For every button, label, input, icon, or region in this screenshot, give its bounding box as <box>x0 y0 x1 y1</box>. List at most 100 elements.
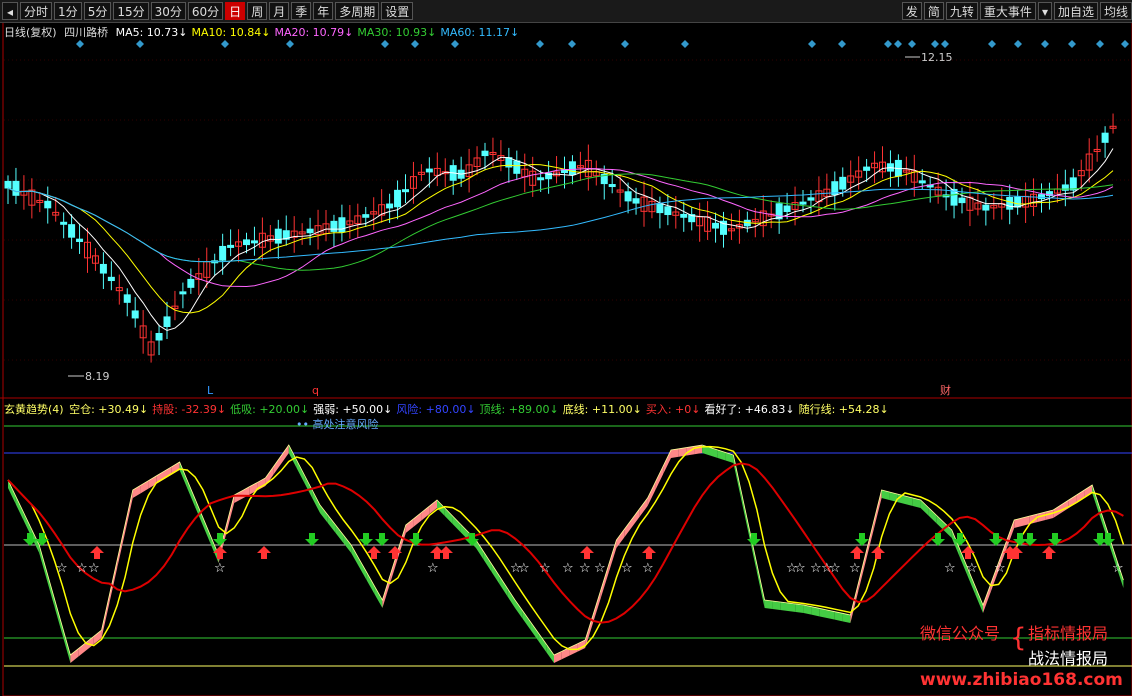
star-icon: ☆ <box>810 561 822 576</box>
star-icon: ☆ <box>994 561 1006 576</box>
indicator-label-9: 随行线: +54.28↓ <box>798 403 889 416</box>
trend-ribbon-segment <box>795 604 804 613</box>
buy-arrow-10 <box>871 546 885 559</box>
candle-body <box>99 263 107 274</box>
trend-ribbon-segment <box>351 545 359 567</box>
indicator-info-row: 玄黄趋势(4) 空仓: +30.49↓ 持股: -32.39↓ 低吸: +20.00… <box>4 401 897 417</box>
signal-diamond-16 <box>931 40 939 48</box>
signal-diamond-13 <box>884 40 892 48</box>
candle-body <box>107 276 115 282</box>
period-tab-2[interactable]: 5分 <box>83 2 112 20</box>
indicator-label-5: 顶线: +89.00↓ <box>479 403 559 416</box>
period-tab-3[interactable]: 15分 <box>113 2 149 20</box>
trend-ribbon-segment <box>288 445 297 468</box>
toolbar-right-button-3[interactable]: 重大事件 <box>979 2 1036 20</box>
signal-diamond-8 <box>568 40 576 48</box>
ma5-line <box>7 148 1114 332</box>
indicator-title[interactable]: 玄黄趋势(4) <box>4 403 64 416</box>
candle-body <box>386 203 394 209</box>
trend-ribbon-segment <box>70 648 79 663</box>
candle-body <box>44 200 52 209</box>
high-price-label: 12.15 <box>921 51 953 64</box>
toolbar-right-button-4[interactable]: 加自选 <box>1053 2 1098 20</box>
star-icon: ☆ <box>427 561 439 576</box>
period-tab-12[interactable]: 设置 <box>381 2 414 20</box>
candle-body <box>783 205 791 212</box>
signal-diamond-14 <box>894 40 902 48</box>
indicator-label-7: 买入: +0↓ <box>645 403 701 416</box>
signal-diamond-6 <box>451 40 459 48</box>
sell-arrow-0 <box>23 533 37 546</box>
candle-body <box>1006 197 1014 210</box>
ma-legend: MA5: 10.73↓ MA10: 10.84↓ MA20: 10.79↓ MA30:… <box>116 26 524 39</box>
candle-body <box>60 221 68 225</box>
candle-body <box>712 222 720 229</box>
period-tab-10[interactable]: 年 <box>313 2 334 20</box>
back-arrow-icon[interactable]: ◂ <box>2 2 19 20</box>
chart-grid <box>0 21 1132 696</box>
period-tab-4[interactable]: 30分 <box>150 2 186 20</box>
candle-body <box>123 294 131 303</box>
sell-arrow-5 <box>375 533 389 546</box>
candle-body <box>330 220 338 232</box>
period-tab-9[interactable]: 季 <box>291 2 312 20</box>
candle-body <box>76 238 84 242</box>
trend-ribbon-segment <box>936 515 944 531</box>
ma-label-4: MA60: 11.17↓ <box>440 26 520 39</box>
sell-arrow-10 <box>931 533 945 546</box>
buy-arrow-7 <box>580 546 594 559</box>
trend-ribbon-segment <box>15 496 24 521</box>
watermark-wechat: 微信公众号 <box>920 624 1001 643</box>
dropdown-icon[interactable]: ▾ <box>1037 2 1052 20</box>
trend-ribbon-segment <box>366 572 375 595</box>
candle-body <box>624 191 632 202</box>
watermark-url[interactable]: www.zhibiao168.com <box>920 670 1123 690</box>
period-tab-0[interactable]: 分时 <box>20 2 53 20</box>
candle-body <box>227 244 235 248</box>
candle-body <box>68 224 76 238</box>
period-tab-1[interactable]: 1分 <box>54 2 82 20</box>
signal-diamond-10 <box>681 40 689 48</box>
period-tab-5[interactable]: 60分 <box>187 2 224 20</box>
period-tab-6[interactable]: 日 <box>225 2 246 20</box>
buy-arrow-0 <box>90 546 104 559</box>
signal-diamond-20 <box>1041 40 1049 48</box>
trend-ribbon-segment <box>374 586 383 608</box>
sell-arrow-9 <box>855 533 869 546</box>
candle-body <box>1101 132 1109 143</box>
toolbar-right-button-2[interactable]: 九转 <box>945 2 978 20</box>
star-icon: ☆ <box>1112 561 1124 576</box>
indicator-label-6: 底线: +11.00↓ <box>562 403 642 416</box>
toolbar-right-button-1[interactable]: 简 <box>923 2 944 20</box>
candle-body <box>513 160 521 174</box>
toolbar-right-button-0[interactable]: 发 <box>901 2 922 20</box>
star-icon: ☆ <box>944 561 956 576</box>
event-mark-1[interactable]: q <box>312 384 319 397</box>
moving-average-lines <box>7 148 1114 332</box>
candle-body <box>608 184 616 188</box>
candle-body <box>568 161 576 176</box>
trend-ribbon-segment <box>296 460 305 483</box>
candle-body <box>481 150 489 157</box>
stock-chart-canvas[interactable]: 8.1912.15 Lq财 •• 高处注意风险☆ ☆ ☆ ☆ ☆ ☆☆ ☆ ☆ ☆ ☆ ☆ ☆ ☆☆ ☆ ☆… <box>0 0 1132 696</box>
candle-body <box>402 189 409 193</box>
trend-ribbon-segment <box>655 466 664 490</box>
period-tab-7[interactable]: 周 <box>247 2 268 20</box>
star-icon: ☆ <box>88 561 100 576</box>
event-mark-2[interactable]: 财 <box>940 383 951 397</box>
buy-arrow-9 <box>850 546 864 559</box>
event-mark-0[interactable]: L <box>207 384 214 397</box>
star-icon: ☆ <box>76 561 88 576</box>
trend-ribbon-segment <box>304 475 313 498</box>
star-icon: ☆ <box>829 561 841 576</box>
period-tab-8[interactable]: 月 <box>269 2 290 20</box>
candle-body <box>394 189 402 208</box>
trend-ribbon-segment <box>780 602 788 611</box>
trend-ribbon-segment <box>187 480 196 508</box>
ma10-line <box>7 163 1114 314</box>
candle-body <box>656 203 664 214</box>
sell-arrow-12 <box>989 533 1003 546</box>
star-icon: ☆ <box>562 561 574 576</box>
toolbar-right-button-5[interactable]: 均线 <box>1099 2 1132 20</box>
period-tab-11[interactable]: 多周期 <box>335 2 380 20</box>
